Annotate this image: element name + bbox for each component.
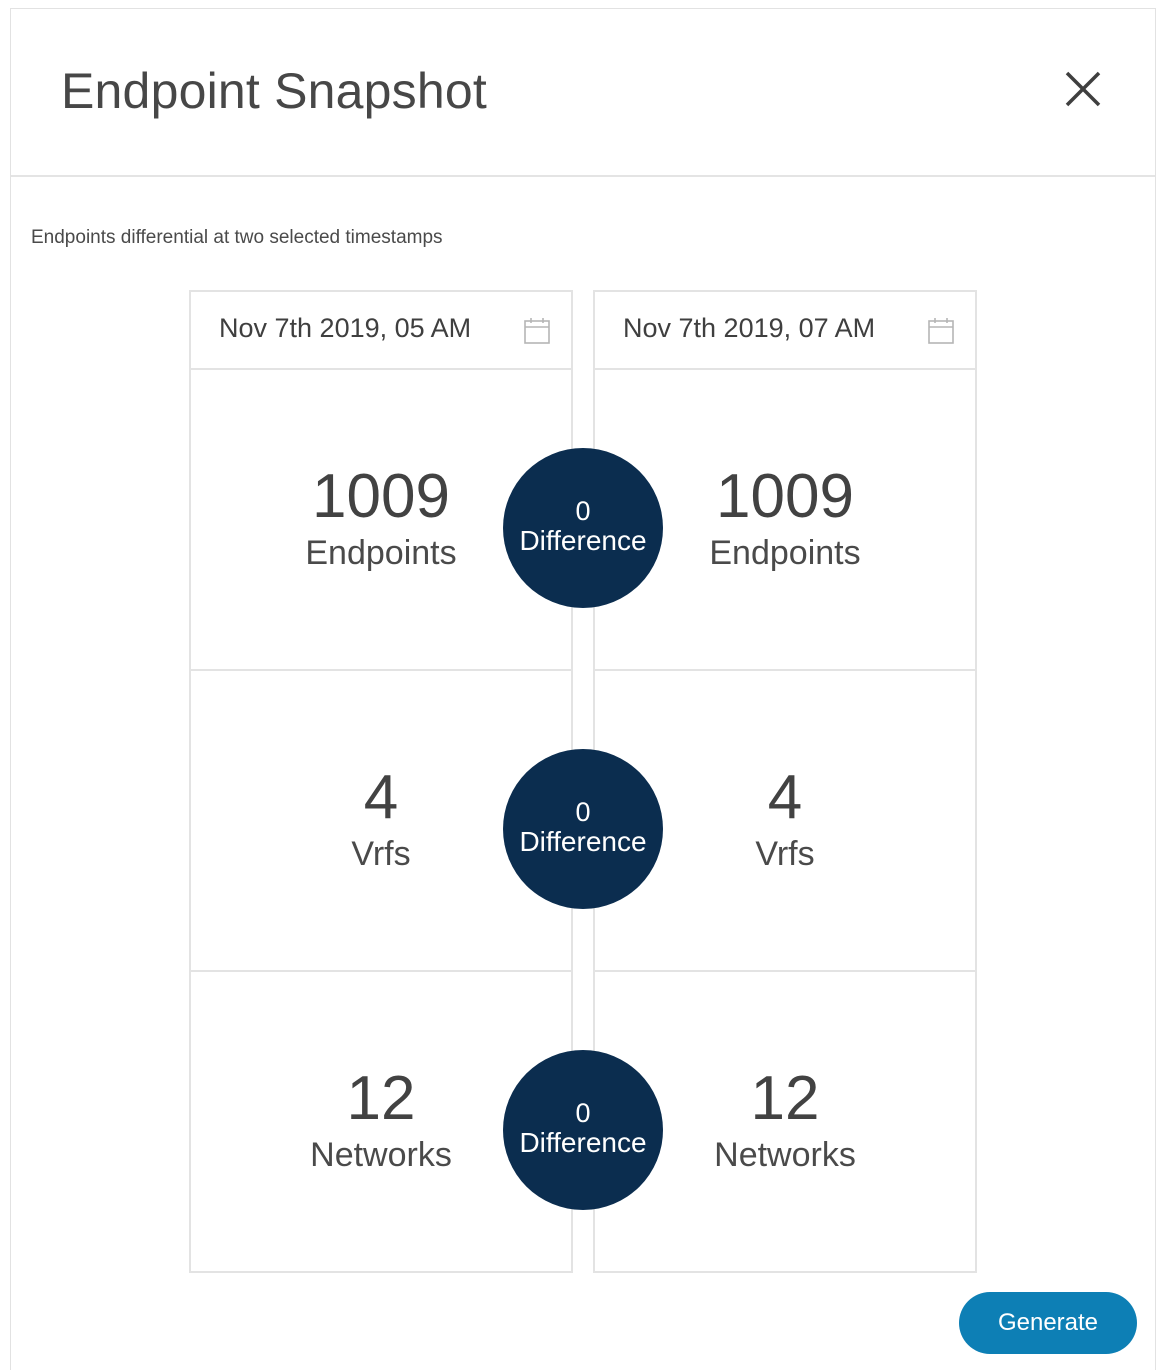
- modal-title: Endpoint Snapshot: [61, 63, 487, 119]
- endpoint-snapshot-modal: Endpoint Snapshot Endpoints differential…: [10, 8, 1156, 1370]
- difference-badge-networks: 0 Difference: [503, 1050, 663, 1210]
- timestamp-end: Nov 7th 2019, 07 AM: [623, 313, 876, 343]
- calendar-icon[interactable]: [927, 317, 955, 345]
- timestamp-picker-start[interactable]: Nov 7th 2019, 05 AM: [191, 292, 571, 370]
- difference-label: Difference: [519, 525, 647, 556]
- calendar-icon[interactable]: [523, 317, 551, 345]
- difference-value: 0: [575, 1098, 591, 1128]
- difference-value: 0: [575, 797, 591, 827]
- timestamp-picker-end[interactable]: Nov 7th 2019, 07 AM: [595, 292, 975, 370]
- timestamp-start: Nov 7th 2019, 05 AM: [219, 313, 472, 343]
- modal-subtitle: Endpoints differential at two selected t…: [31, 227, 443, 248]
- difference-label: Difference: [519, 826, 647, 857]
- generate-button[interactable]: Generate: [959, 1292, 1137, 1354]
- difference-label: Difference: [519, 1127, 647, 1158]
- difference-value: 0: [575, 496, 591, 526]
- close-icon: [1065, 71, 1101, 107]
- difference-badge-endpoints: 0 Difference: [503, 448, 663, 608]
- difference-badge-vrfs: 0 Difference: [503, 749, 663, 909]
- snapshot-comparison: Nov 7th 2019, 05 AM 1009 Endpoints 4 Vrf…: [189, 290, 979, 1273]
- close-button[interactable]: [1059, 65, 1107, 113]
- modal-header: Endpoint Snapshot: [11, 9, 1155, 177]
